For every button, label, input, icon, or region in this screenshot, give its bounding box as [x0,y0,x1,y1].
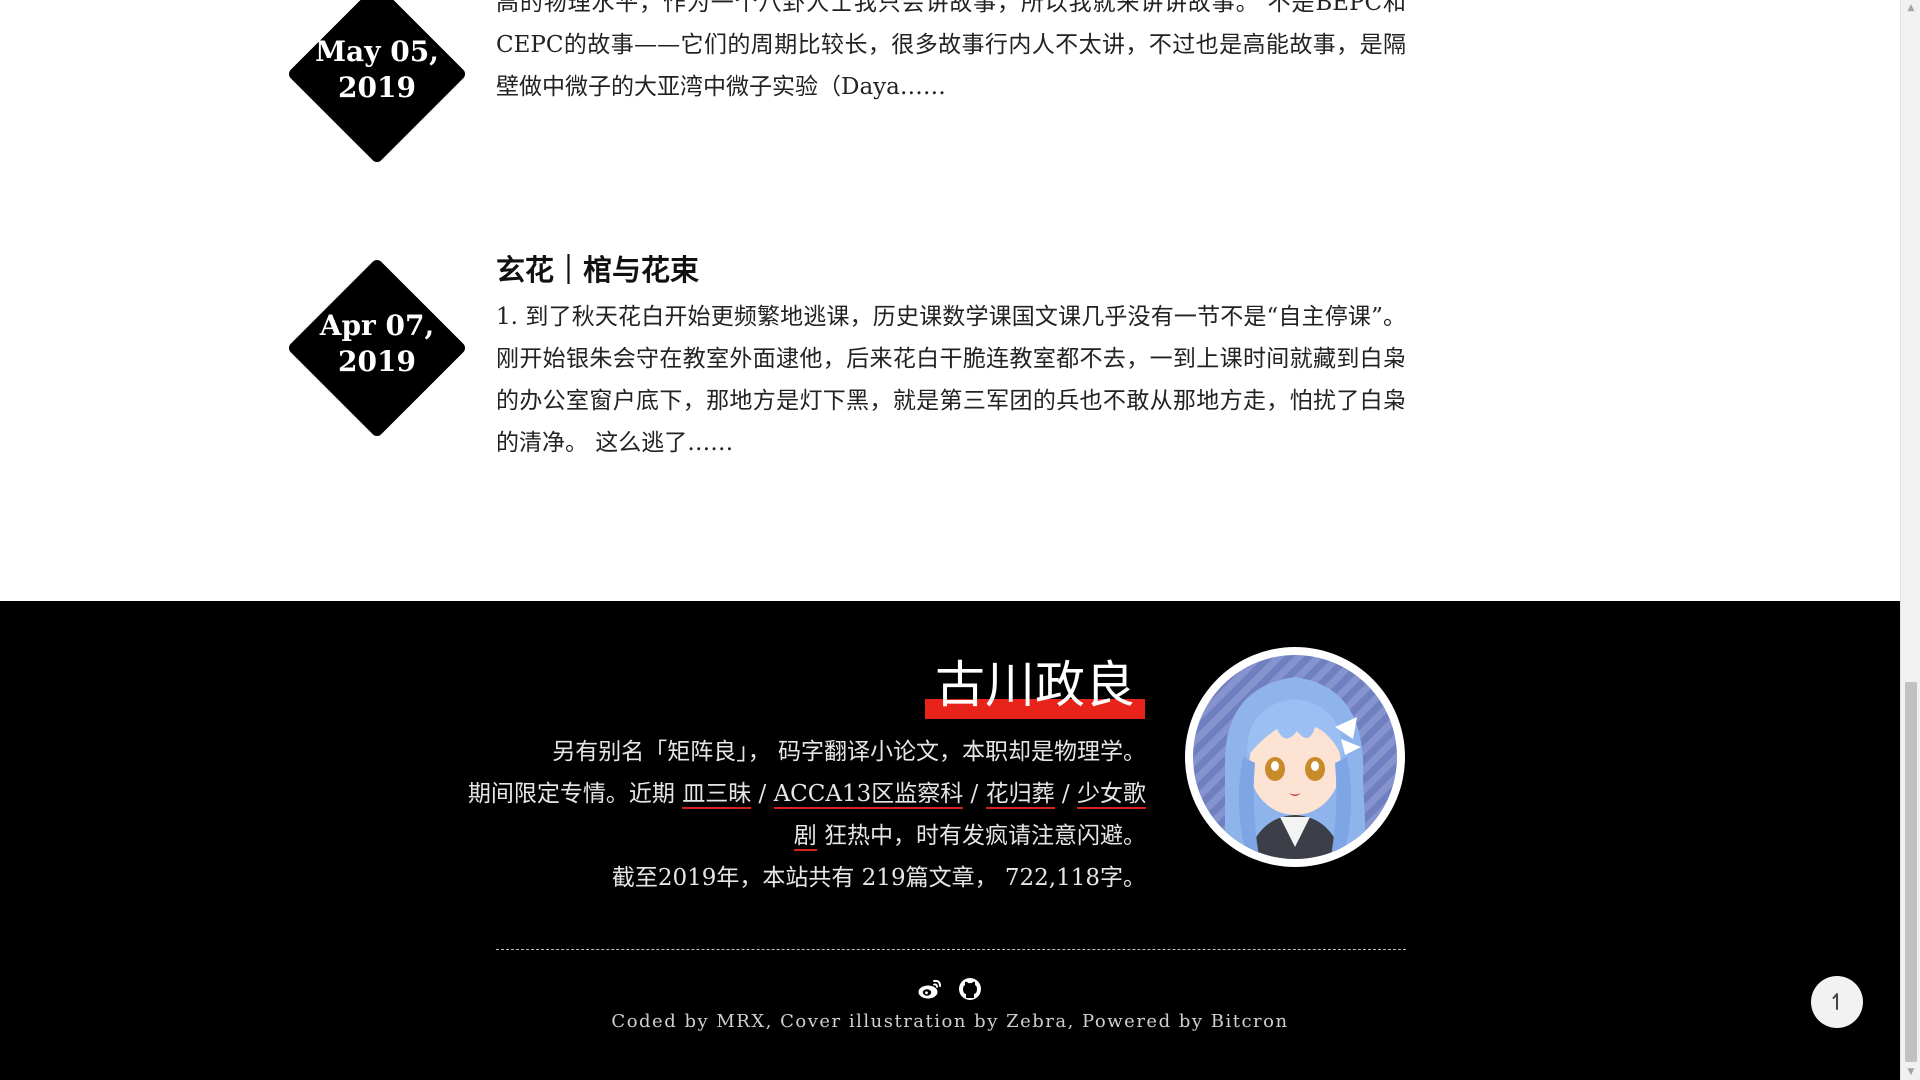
bio-line-1: 另有别名「矩阵良」， 码字翻译小论文，本职却是物理学。 [552,739,1146,765]
arrow-up-icon [1832,993,1838,1010]
post-excerpt: 1. 到了秋天花白开始更频繁地逃课，历史课数学课国文课几乎没有一节不是“自主停课… [496,304,1406,456]
link-acca13[interactable]: ACCA13区监察科 [773,781,964,809]
post-body: 玄花｜棺与花束 1. 到了秋天花白开始更频繁地逃课，历史课数学课国文课几乎没有一… [496,250,1406,464]
weibo-icon[interactable] [917,976,943,1002]
bio-line-2-prefix: 期间限定专情。近期 [467,781,683,807]
post-body: 科研故事也可以很惊心动魄跌宕起伏的。阿佐@葛桜 说了很多物理和科普，我没阿佐那么… [496,0,1406,108]
scroll-up-arrow-icon[interactable]: ▲ [1901,0,1920,16]
post-date-badge: May 05, 2019 [286,0,468,165]
author-name-text: 古川政良 [935,656,1135,714]
link-huaguizang[interactable]: 花归葬 [985,781,1055,809]
link-separator: / [963,781,986,807]
github-icon[interactable] [957,976,983,1002]
scroll-down-arrow-icon[interactable]: ▼ [1901,1064,1920,1080]
post-date-month-day: May 05, [315,35,439,68]
link-sanmei[interactable]: 皿三昧 [682,781,752,809]
post-date-year: 2019 [338,345,416,378]
avatar-illustration [1193,655,1397,859]
post-date-month-day: Apr 07, [319,309,435,342]
scrollbar-thumb[interactable] [1905,682,1917,1062]
vertical-scrollbar[interactable]: ▲ ▼ [1900,0,1920,1080]
author-avatar [1185,647,1405,867]
bio-line-2: 期间限定专情。近期 皿三昧 / ACCA13区监察科 / 花归葬 / 少女歌剧 … [446,773,1146,857]
page-viewport: May 05, 2019 科研故事也可以很惊心动魄跌宕起伏的。阿佐@葛桜 说了很… [0,0,1920,1080]
author-name: 古川政良 [925,655,1145,719]
post-date: Apr 07, 2019 [287,308,467,380]
author-name-block: 古川政良 [925,655,1145,719]
post-date-badge: Apr 07, 2019 [286,257,468,439]
bio-line-2-suffix: 狂热中，时有发疯请注意闪避。 [816,823,1146,849]
bio-line-3: 截至2019年，本站共有 219篇文章， 722,118字。 [611,865,1146,891]
link-separator: / [751,781,774,807]
social-links [0,976,1900,1002]
post-title-link[interactable]: 玄花｜棺与花束 [496,250,1406,290]
author-bio: 另有别名「矩阵良」， 码字翻译小论文，本职却是物理学。 期间限定专情。近期 皿三… [446,731,1146,899]
link-separator: / [1054,781,1077,807]
post-date-year: 2019 [338,71,416,104]
back-to-top-button[interactable] [1811,976,1863,1028]
post-excerpt: 科研故事也可以很惊心动魄跌宕起伏的。阿佐@葛桜 说了很多物理和科普，我没阿佐那么… [496,0,1406,100]
site-footer: 古川政良 另有别名「矩阵良」， 码字翻译小论文，本职却是物理学。 期间限定专情。… [0,601,1900,1080]
footer-divider [496,949,1406,950]
footer-credits: Coded by MRX, Cover illustration by Zebr… [611,1011,1289,1032]
post-date: May 05, 2019 [287,34,467,106]
